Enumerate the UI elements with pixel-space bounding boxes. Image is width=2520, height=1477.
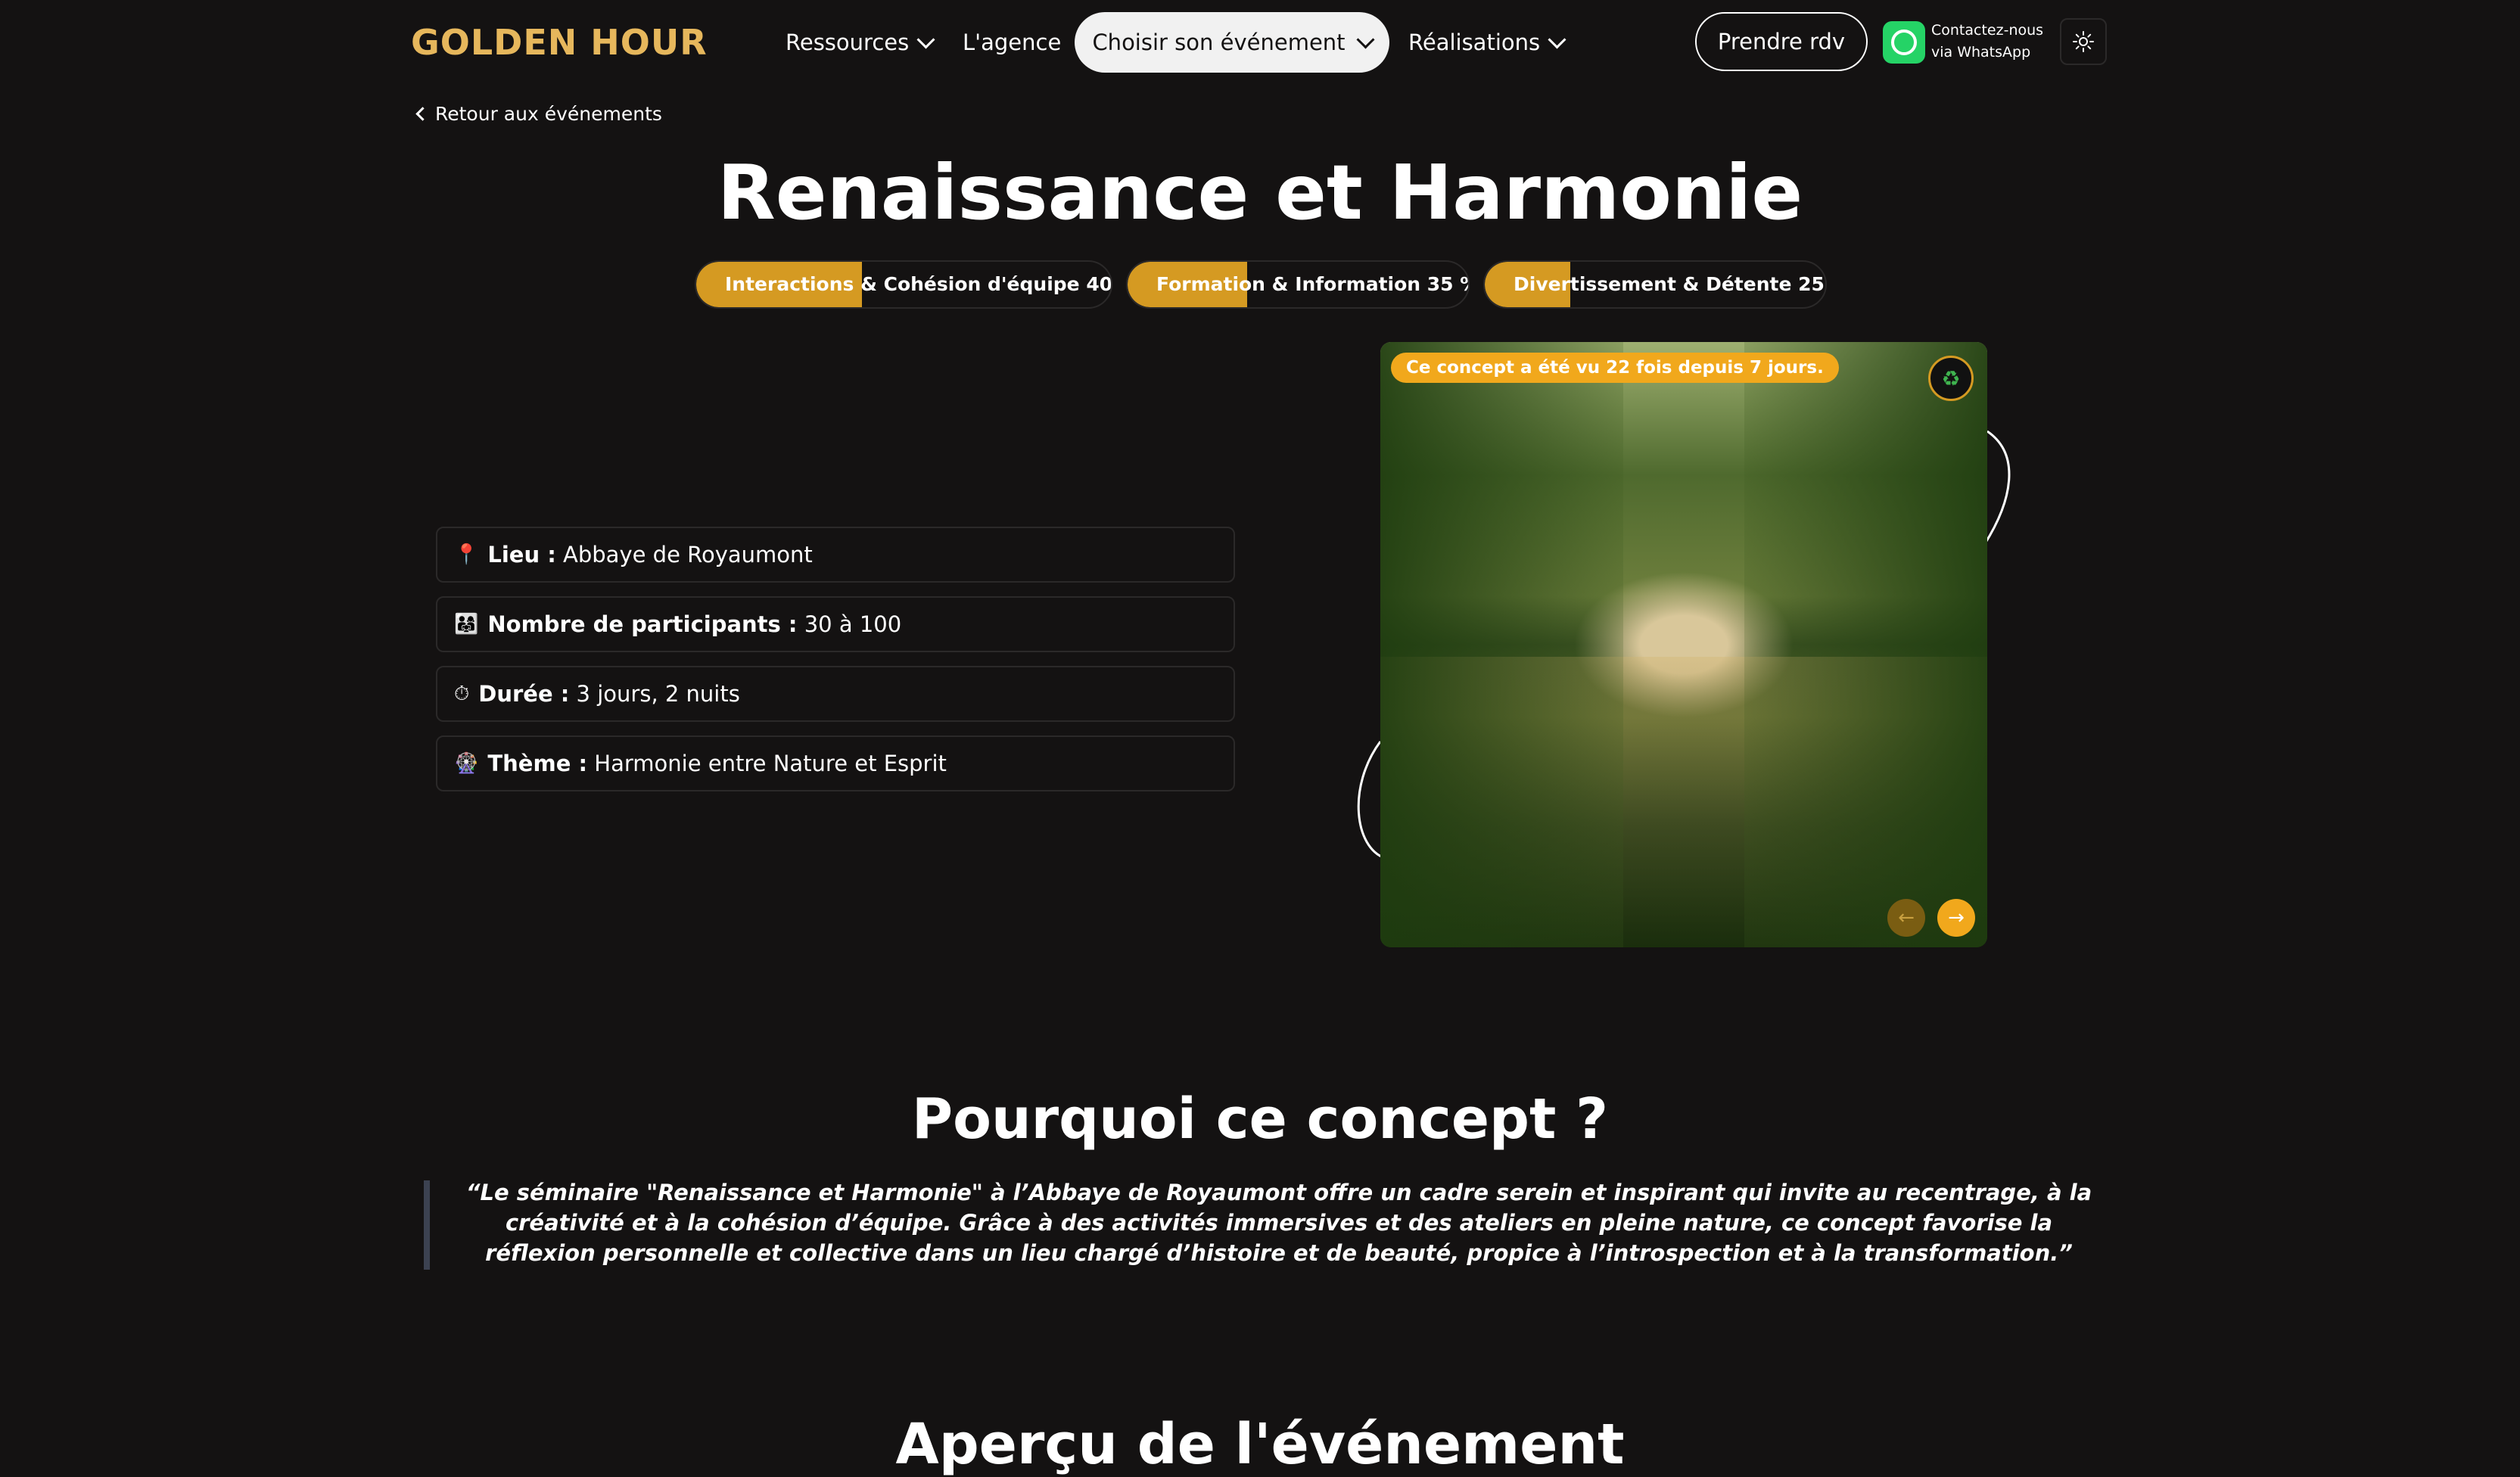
info-theme: 🎡 Thème : Harmonie entre Nature et Espri…: [436, 735, 1235, 791]
image-trees-right: [1744, 342, 1987, 947]
prendre-rdv-button[interactable]: Prendre rdv: [1695, 12, 1868, 71]
nav-ressources[interactable]: Ressources: [786, 23, 935, 62]
info-value: Harmonie entre Nature et Esprit: [587, 751, 947, 776]
chevron-left-icon: [415, 107, 430, 121]
event-image: [1380, 342, 1987, 947]
people-icon: 👨‍👩‍👧: [454, 613, 479, 636]
views-badge: Ce concept a été vu 22 fois depuis 7 jou…: [1391, 353, 1839, 383]
info-key: Lieu :: [487, 542, 556, 567]
nav-realisations[interactable]: Réalisations: [1408, 23, 1566, 62]
arrow-right-icon: →: [1948, 906, 1965, 929]
info-lieu: 📍 Lieu : Abbaye de Royaumont: [436, 527, 1235, 583]
info-participants: 👨‍👩‍👧 Nombre de participants : 30 à 100: [436, 596, 1235, 652]
chevron-down-icon: [1548, 30, 1566, 49]
category-label: Formation & Information 35 %: [1156, 273, 1470, 295]
chevron-down-icon: [916, 30, 935, 49]
info-duree: ⏱ Durée : 3 jours, 2 nuits: [436, 666, 1235, 722]
stopwatch-icon: ⏱: [454, 682, 470, 705]
image-trees-left: [1380, 342, 1623, 947]
category-chip-formation: Formation & Information 35 %: [1126, 260, 1470, 309]
info-value: 30 à 100: [797, 611, 902, 637]
overview-heading: Aperçu de l'événement: [895, 1412, 1625, 1477]
back-label: Retour aux événements: [435, 103, 662, 125]
logo[interactable]: GOLDEN HOUR: [411, 21, 708, 64]
carousel-prev-button[interactable]: ←: [1887, 899, 1925, 937]
nav-choisir-evenement[interactable]: Choisir son événement: [1075, 12, 1389, 73]
ferris-wheel-icon: 🎡: [454, 752, 479, 775]
info-value: Abbaye de Royaumont: [555, 542, 813, 567]
nav-agence-label: L'agence: [963, 30, 1062, 55]
why-quote: “Le séminaire "Renaissance et Harmonie" …: [465, 1180, 2092, 1266]
why-heading: Pourquoi ce concept ?: [911, 1087, 1609, 1152]
whatsapp-line2: via WhatsApp: [1931, 44, 2031, 61]
quote-bar: [424, 1180, 430, 1270]
pin-icon: 📍: [454, 543, 479, 566]
whatsapp-contact-link[interactable]: Contactez-nous via WhatsApp: [1931, 20, 2043, 64]
info-key: Thème :: [487, 751, 588, 776]
info-key: Durée :: [478, 681, 570, 707]
carousel-next-button[interactable]: →: [1937, 899, 1975, 937]
whatsapp-icon[interactable]: [1883, 21, 1925, 64]
chevron-down-icon: [1356, 30, 1375, 49]
whatsapp-line1: Contactez-nous: [1931, 22, 2044, 39]
nav-ressources-label: Ressources: [786, 30, 910, 55]
page-title: Renaissance et Harmonie: [717, 148, 1803, 237]
arrow-left-icon: ←: [1898, 906, 1915, 929]
recycle-icon[interactable]: ♻: [1928, 356, 1974, 401]
nav-choisir-label: Choisir son événement: [1092, 30, 1346, 55]
info-key: Nombre de participants :: [487, 611, 798, 637]
category-chip-interactions: Interactions & Cohésion d'équipe 40 %: [695, 260, 1112, 309]
sun-icon: [2073, 31, 2094, 52]
theme-toggle-button[interactable]: [2060, 18, 2107, 65]
nav-agence[interactable]: L'agence: [963, 23, 1061, 62]
nav-realisations-label: Réalisations: [1408, 30, 1541, 55]
back-to-events-link[interactable]: Retour aux événements: [415, 103, 662, 125]
info-value: 3 jours, 2 nuits: [569, 681, 740, 707]
category-label: Interactions & Cohésion d'équipe 40 %: [725, 273, 1112, 295]
category-chip-divertissement: Divertissement & Détente 25 %: [1483, 260, 1827, 309]
category-label: Divertissement & Détente 25 %: [1514, 273, 1827, 295]
